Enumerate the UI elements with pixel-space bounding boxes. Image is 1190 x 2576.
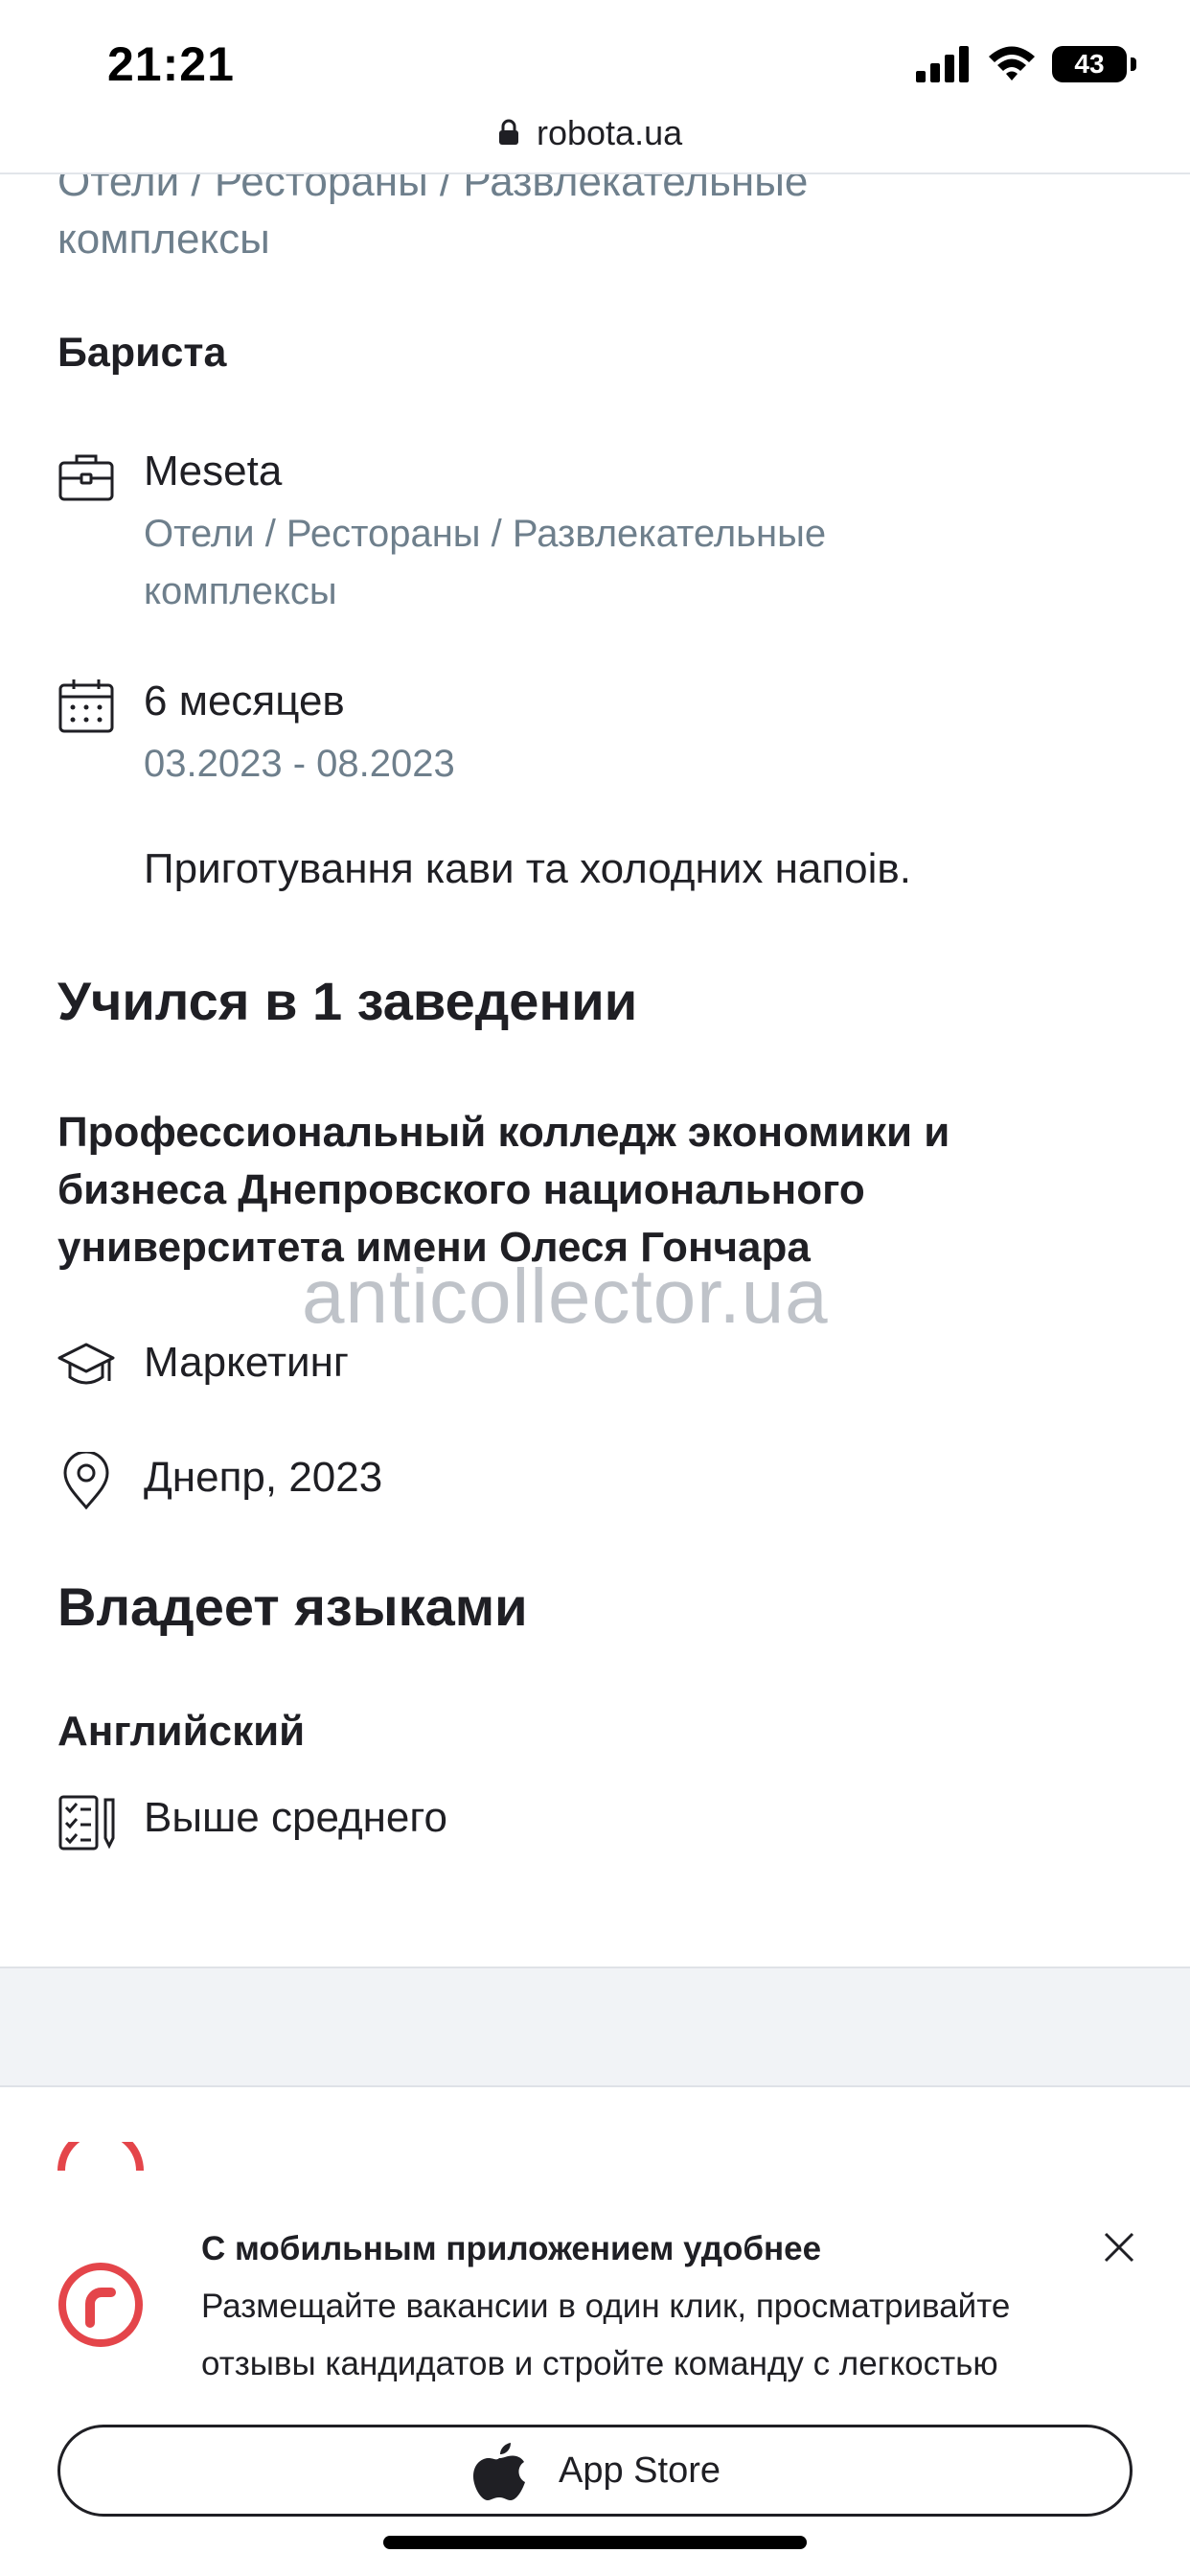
education-section-title: Учился в 1 заведении xyxy=(57,971,638,1031)
lock-icon xyxy=(499,119,518,145)
job-duration: 6 месяцев xyxy=(144,678,345,724)
wifi-icon xyxy=(989,46,1035,80)
job-period: 03.2023 - 08.2023 xyxy=(144,743,455,785)
watermark: anticollector.ua xyxy=(302,1254,829,1339)
resume-content: Отели / Рестораны / Развлекательные комп… xyxy=(0,174,1190,1966)
battery-tip xyxy=(1131,58,1136,71)
app-store-button[interactable]: App Store xyxy=(57,2425,1133,2517)
language-level: Выше среднего xyxy=(144,1794,447,1841)
languages-section-title: Владеет языками xyxy=(57,1576,528,1637)
banner-description: Размещайте вакансии в один клик, просмат… xyxy=(201,2288,1011,2382)
home-indicator xyxy=(383,2536,807,2549)
graduation-cap-icon xyxy=(57,1343,115,1385)
checklist-icon xyxy=(58,1795,115,1851)
banner-title: С мобильным приложением удобнее xyxy=(201,2230,822,2267)
status-bar: 21:21 43 xyxy=(0,0,1190,105)
robota-logo-icon xyxy=(58,2263,143,2347)
language-name: Английский xyxy=(57,1708,306,1755)
calendar-icon xyxy=(58,679,114,733)
location-pin-icon xyxy=(63,1452,109,1509)
job-description: Приготування кави та холодних напоів. xyxy=(144,845,912,892)
cellular-signal-icon xyxy=(916,46,969,82)
footer-logo-peek xyxy=(57,2142,144,2171)
company-category: Отели / Рестораны / Развлекательные комп… xyxy=(144,513,827,612)
status-time: 21:21 xyxy=(107,37,235,91)
app-download-banner: С мобильным приложением удобнее Размещай… xyxy=(0,2171,1190,2576)
briefcase-icon xyxy=(58,454,114,501)
url-text: robota.ua xyxy=(537,113,683,152)
previous-job-category: Отели / Рестораны / Развлекательные комп… xyxy=(57,174,809,263)
education-specialty: Маркетинг xyxy=(144,1339,349,1386)
education-institution: Профессиональный колледж экономики и биз… xyxy=(57,1109,950,1271)
address-bar[interactable]: robota.ua xyxy=(0,105,1190,174)
education-location: Днепр, 2023 xyxy=(144,1454,383,1501)
apple-icon xyxy=(473,2443,525,2500)
close-icon[interactable] xyxy=(1100,2228,1138,2266)
company-name: Meseta xyxy=(144,448,283,494)
app-store-label: App Store xyxy=(559,2450,721,2491)
battery-indicator: 43 xyxy=(1052,46,1127,82)
job-position: Бариста xyxy=(57,330,227,376)
section-separator xyxy=(0,1966,1190,2087)
